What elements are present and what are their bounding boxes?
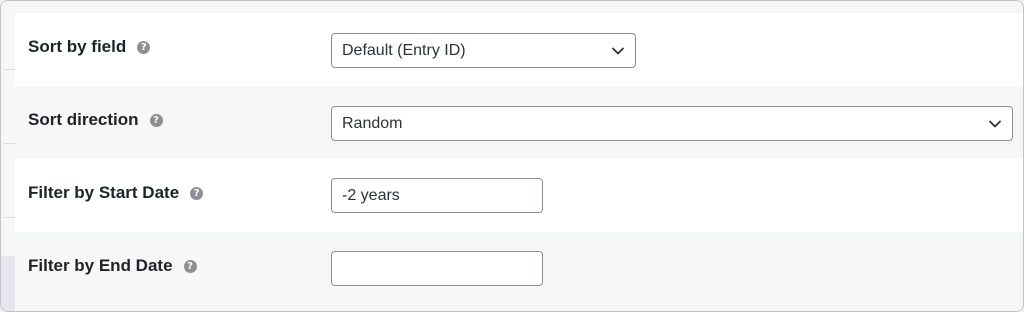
chevron-down-icon [989,120,1001,127]
sort-direction-value: Random [342,114,403,132]
start-date-label: Filter by Start Date ? [28,183,204,203]
help-icon[interactable]: ? [149,113,163,127]
start-date-label-text: Filter by Start Date [28,183,180,202]
sort-direction-select[interactable]: Random [331,106,1013,141]
margin-divider [3,143,15,144]
end-date-row: Filter by End Date ? [15,232,1023,311]
end-date-label-text: Filter by End Date [28,256,173,275]
sort-by-field-row: Sort by field ? Default (Entry ID) [15,13,1023,86]
sort-by-field-label-text: Sort by field [28,37,127,56]
top-band [15,1,1023,13]
start-date-input[interactable]: -2 years [331,178,543,213]
help-icon[interactable]: ? [183,259,197,273]
sort-direction-label: Sort direction ? [28,110,163,130]
sort-direction-row: Sort direction ? Random [15,86,1023,159]
margin-divider [3,69,15,70]
left-margin [1,1,15,311]
end-date-label: Filter by End Date ? [28,256,197,276]
sort-by-field-value: Default (Entry ID) [342,41,466,59]
chevron-down-icon [612,47,624,54]
sort-by-field-label: Sort by field ? [28,37,151,57]
end-date-input[interactable] [331,251,543,286]
start-date-value: -2 years [342,186,400,204]
margin-highlight [1,256,15,311]
margin-divider [3,217,15,218]
sort-direction-label-text: Sort direction [28,110,139,129]
help-icon[interactable]: ? [190,186,204,200]
sort-by-field-select[interactable]: Default (Entry ID) [331,33,636,68]
help-icon[interactable]: ? [137,40,151,54]
settings-panel: Sort by field ? Default (Entry ID) Sort … [0,0,1024,312]
start-date-row: Filter by Start Date ? -2 years [15,159,1023,232]
